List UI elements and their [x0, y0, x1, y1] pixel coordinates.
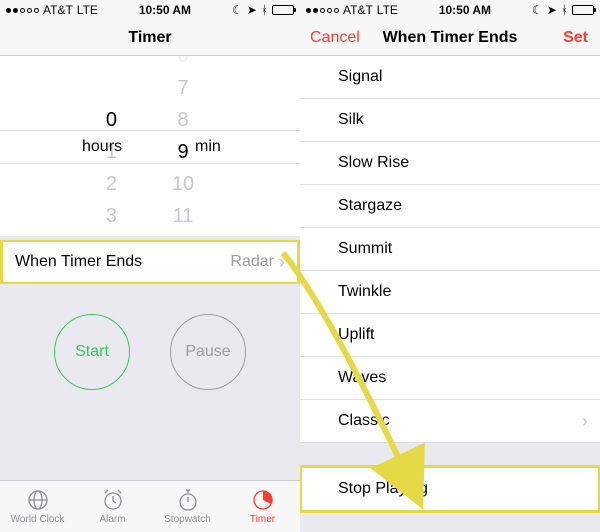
stop-playing-item[interactable]: Stop Playing	[300, 466, 600, 512]
stopwatch-icon	[176, 488, 200, 512]
time-picker[interactable]: 0 1 2 3 6 7 8 9 10 11 12 hours min	[0, 56, 300, 236]
tab-bar: World Clock Alarm Stopwatch Timer	[0, 480, 300, 532]
sound-item-classic[interactable]: Classic›	[300, 400, 600, 443]
hours-value: 0	[106, 104, 117, 136]
battery-icon	[572, 5, 594, 15]
signal-dots-icon	[6, 8, 39, 13]
mins-value: 9	[172, 136, 194, 168]
sound-item-signal[interactable]: Signal	[300, 56, 600, 99]
start-button[interactable]: Start	[54, 314, 130, 390]
pause-button[interactable]: Pause	[170, 314, 246, 390]
sound-item-stargaze[interactable]: Stargaze	[300, 185, 600, 228]
nav-bar: Cancel When Timer Ends Set	[300, 20, 600, 56]
status-bar: AT&T LTE 10:50 AM ☾ ➤ ᚼ	[300, 0, 600, 20]
sound-item-summit[interactable]: Summit	[300, 228, 600, 271]
sound-item-twinkle[interactable]: Twinkle	[300, 271, 600, 314]
carrier: AT&T	[43, 3, 73, 17]
status-bar: AT&T LTE 10:50 AM ☾ ➤ ᚼ	[0, 0, 300, 20]
sound-item-uplift[interactable]: Uplift	[300, 314, 600, 357]
sound-item-silk[interactable]: Silk	[300, 99, 600, 142]
bluetooth-icon: ᚼ	[261, 3, 268, 17]
timer-icon	[251, 488, 275, 512]
alarm-icon	[101, 488, 125, 512]
cancel-button[interactable]: Cancel	[310, 29, 360, 47]
mins-label: min	[195, 138, 221, 156]
moon-icon: ☾	[232, 3, 243, 17]
hours-label: hours	[82, 138, 122, 156]
battery-icon	[272, 5, 294, 15]
globe-icon	[26, 488, 50, 512]
page-title: When Timer Ends	[383, 29, 518, 47]
tab-world-clock[interactable]: World Clock	[0, 481, 75, 532]
chevron-right-icon: ›	[582, 411, 588, 432]
page-title: Timer	[128, 29, 171, 47]
timer-screen: AT&T LTE 10:50 AM ☾ ➤ ᚼ Timer 0 1 2 3 6	[0, 0, 300, 532]
sound-list[interactable]: Signal Silk Slow Rise Stargaze Summit Tw…	[300, 56, 600, 443]
sound-item-slow-rise[interactable]: Slow Rise	[300, 142, 600, 185]
tab-alarm[interactable]: Alarm	[75, 481, 150, 532]
network: LTE	[77, 3, 98, 17]
setting-label: When Timer Ends	[15, 253, 142, 271]
location-icon: ➤	[247, 3, 257, 17]
sound-item-waves[interactable]: Waves	[300, 357, 600, 400]
controls: Start Pause	[0, 314, 300, 390]
status-time: 10:50 AM	[139, 3, 191, 17]
when-timer-ends-row[interactable]: When Timer Ends Radar ›	[0, 240, 300, 284]
location-icon: ➤	[547, 3, 557, 17]
set-button[interactable]: Set	[563, 29, 588, 47]
signal-dots-icon	[306, 8, 339, 13]
setting-value: Radar	[230, 253, 274, 271]
sound-picker-screen: AT&T LTE 10:50 AM ☾ ➤ ᚼ Cancel When Time…	[300, 0, 600, 532]
chevron-right-icon: ›	[279, 252, 285, 273]
tab-stopwatch[interactable]: Stopwatch	[150, 481, 225, 532]
moon-icon: ☾	[532, 3, 543, 17]
tab-timer[interactable]: Timer	[225, 481, 300, 532]
nav-bar: Timer	[0, 20, 300, 56]
bluetooth-icon: ᚼ	[561, 3, 568, 17]
